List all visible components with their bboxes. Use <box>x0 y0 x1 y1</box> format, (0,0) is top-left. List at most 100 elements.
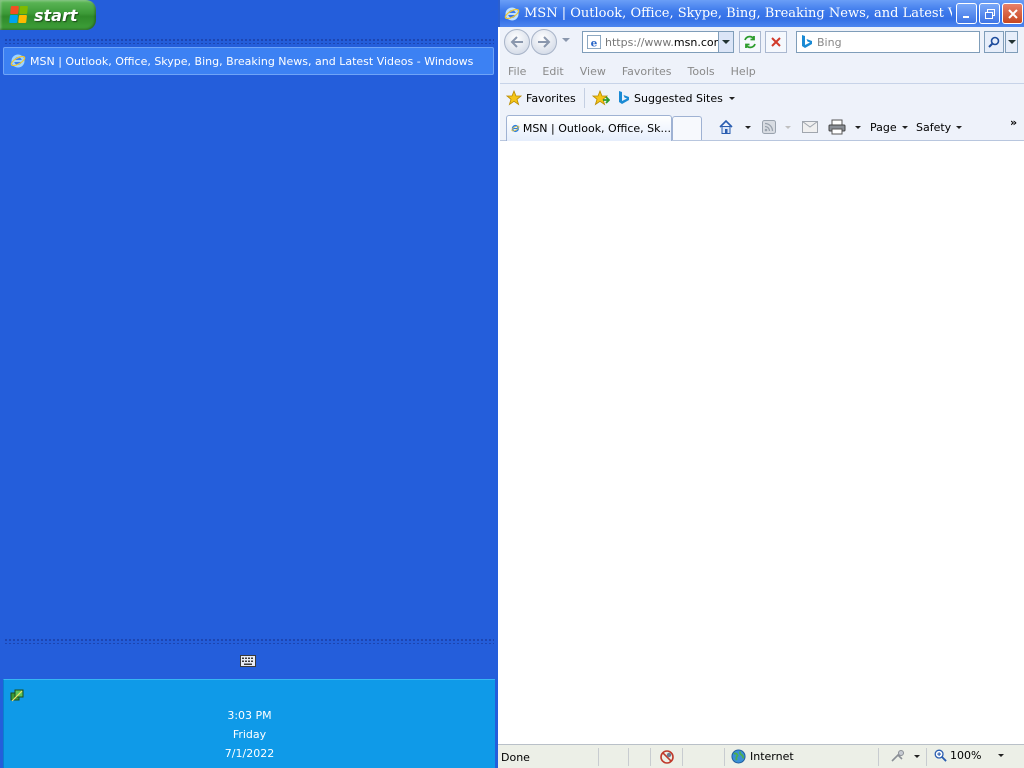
favorites-label: Favorites <box>526 91 576 105</box>
status-bar: Done Internet 100% <box>498 744 1024 768</box>
ie-icon <box>511 124 520 133</box>
addons-icon <box>891 750 904 762</box>
keyboard-icon[interactable] <box>240 655 256 667</box>
zoom-icon <box>934 749 947 762</box>
blocked-content-icon[interactable] <box>658 749 676 765</box>
favorites-bar: Favorites Suggested Sites <box>500 85 1024 111</box>
forward-icon <box>538 36 551 48</box>
ie-page-icon: e <box>587 35 601 49</box>
search-button[interactable] <box>984 31 1004 53</box>
browser-chrome: e https://www. msn.com Bing File Edit Vi… <box>500 27 1024 141</box>
suggested-sites-button[interactable]: Suggested Sites <box>618 89 735 107</box>
tab-row: MSN | Outlook, Office, Sk... Page Safety… <box>500 113 1024 141</box>
clock-day: Friday <box>232 728 267 741</box>
menu-bar: File Edit View Favorites Tools Help <box>500 61 1024 81</box>
taskbar: start MSN | Outlook, Office, Skype, Bing… <box>0 0 498 768</box>
search-input[interactable]: Bing <box>796 31 980 53</box>
tab-msn[interactable]: MSN | Outlook, Office, Sk... <box>506 115 672 141</box>
protected-mode-button[interactable] <box>890 749 920 763</box>
bing-icon <box>802 35 812 48</box>
navigation-bar: e https://www. msn.com Bing <box>500 27 1024 59</box>
menu-help[interactable]: Help <box>731 65 764 78</box>
safety-menu-label: Safety <box>916 120 952 134</box>
back-icon <box>510 36 523 48</box>
address-bar[interactable]: e https://www. msn.com <box>582 31 734 53</box>
network-icon[interactable] <box>10 689 24 703</box>
feeds-icon <box>762 120 776 134</box>
address-dropdown-button[interactable] <box>718 31 734 53</box>
favorites-separator <box>584 88 585 108</box>
page-menu-label: Page <box>870 120 897 134</box>
status-separator <box>598 748 599 766</box>
zoom-level: 100% <box>950 749 982 762</box>
forward-button[interactable] <box>531 29 557 55</box>
back-button[interactable] <box>504 29 530 55</box>
taskbar-grip-top <box>4 38 494 44</box>
menu-edit[interactable]: Edit <box>542 65 571 78</box>
status-separator <box>628 748 629 766</box>
menu-tools[interactable]: Tools <box>688 65 723 78</box>
favorites-button[interactable]: Favorites <box>506 89 576 107</box>
refresh-icon <box>744 35 756 49</box>
stop-button[interactable] <box>765 31 787 53</box>
new-tab-button[interactable] <box>672 116 702 140</box>
window-title: MSN | Outlook, Office, Skype, Bing, Brea… <box>524 6 952 21</box>
svg-text:e: e <box>591 37 598 49</box>
status-separator <box>926 748 927 766</box>
page-content[interactable] <box>500 141 1024 744</box>
ie-icon <box>504 7 520 20</box>
feeds-button[interactable] <box>762 118 791 136</box>
chevron-down-icon <box>722 40 730 44</box>
security-zone[interactable]: Internet <box>731 749 794 764</box>
windows-flag-icon <box>9 6 29 24</box>
chevron-down-icon <box>901 125 908 129</box>
more-commands-label: » <box>1010 115 1018 129</box>
menu-favorites[interactable]: Favorites <box>622 65 680 78</box>
taskbar-button-label: MSN | Outlook, Office, Skype, Bing, Brea… <box>30 54 474 68</box>
chevron-down-icon <box>1007 40 1016 44</box>
safety-menu-button[interactable]: Safety <box>916 118 963 136</box>
chevron-down-icon <box>855 125 861 129</box>
menu-view[interactable]: View <box>580 65 614 78</box>
page-menu-button[interactable]: Page <box>870 118 908 136</box>
chevron-down-icon <box>956 125 963 129</box>
status-separator <box>724 748 725 766</box>
compatibility-refresh-button[interactable] <box>739 31 761 53</box>
chevron-down-icon <box>785 125 791 129</box>
close-button[interactable] <box>1002 3 1023 24</box>
status-text: Done <box>501 751 530 764</box>
search-options-button[interactable] <box>1005 31 1018 53</box>
security-zone-label: Internet <box>750 750 794 763</box>
print-button[interactable] <box>828 118 861 136</box>
recent-pages-dropdown[interactable] <box>562 38 570 42</box>
start-label: start <box>34 5 78 25</box>
status-separator <box>682 748 683 766</box>
home-button[interactable] <box>718 118 751 136</box>
minimize-icon <box>962 15 969 18</box>
address-domain: msn.com <box>673 35 725 49</box>
ie-icon <box>10 54 26 68</box>
add-favorite-icon[interactable] <box>592 90 610 106</box>
restore-button[interactable] <box>979 3 1000 24</box>
clock-time[interactable]: 3:03 PM <box>4 709 495 722</box>
zoom-button[interactable]: 100% <box>934 749 1005 762</box>
start-button[interactable]: start <box>0 0 96 30</box>
address-prefix: https://www. <box>605 35 674 49</box>
restore-icon <box>984 8 995 19</box>
mail-button[interactable] <box>802 118 818 136</box>
close-icon <box>1007 8 1018 19</box>
minimize-button[interactable] <box>956 3 977 24</box>
system-tray: 3:03 PM Friday 7/1/2022 <box>3 679 495 768</box>
suggested-sites-label: Suggested Sites <box>634 91 723 105</box>
bing-icon <box>619 91 629 104</box>
search-placeholder: Bing <box>817 35 842 49</box>
menu-file[interactable]: File <box>508 65 534 78</box>
taskbar-button-ie[interactable]: MSN | Outlook, Office, Skype, Bing, Brea… <box>3 47 494 75</box>
chevron-down-icon <box>745 125 751 129</box>
tab-title: MSN | Outlook, Office, Sk... <box>522 122 671 135</box>
search-icon <box>988 36 1000 48</box>
stop-icon <box>771 37 781 47</box>
more-commands-button[interactable]: » <box>1010 113 1017 131</box>
title-bar[interactable]: MSN | Outlook, Office, Skype, Bing, Brea… <box>498 0 1024 27</box>
chevron-down-icon <box>728 96 735 100</box>
